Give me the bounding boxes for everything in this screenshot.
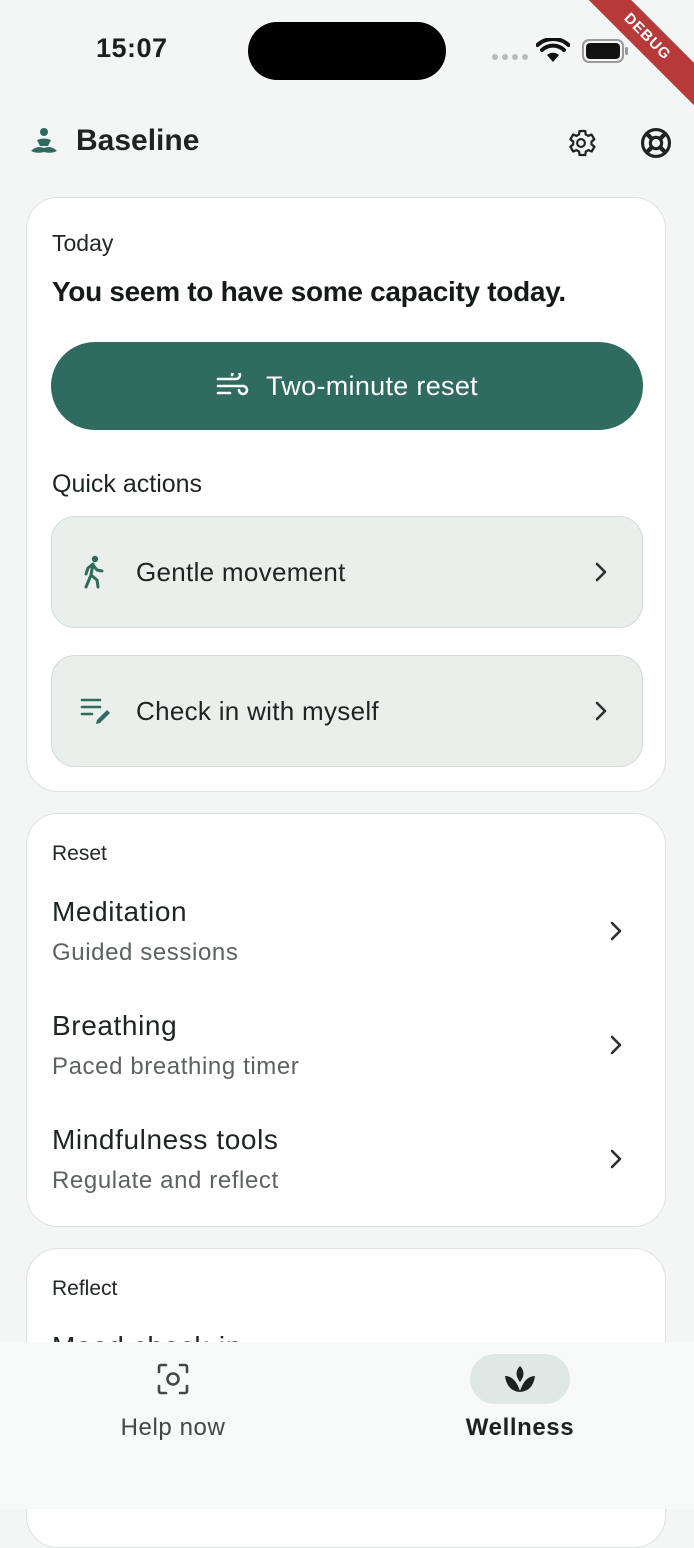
check-in-with-myself-button[interactable]: Check in with myself: [51, 655, 643, 767]
check-in-label: Check in with myself: [136, 696, 379, 726]
mindfulness-tools-row[interactable]: Mindfulness tools Regulate and reflect: [27, 1124, 667, 1224]
row-title: Breathing: [52, 1010, 178, 1041]
nav-label: Help now: [120, 1414, 226, 1441]
cellular-signal-icon: [492, 54, 528, 60]
nav-pill-selected: [470, 1354, 570, 1404]
wind-icon: [216, 373, 249, 396]
today-card: Today You seem to have some capacity tod…: [26, 197, 666, 792]
settings-button[interactable]: [561, 123, 601, 163]
row-subtitle: Guided sessions: [52, 939, 239, 966]
focus-camera-icon: [157, 1363, 189, 1395]
status-time: 15:07: [96, 33, 168, 63]
app-title: Baseline: [76, 124, 200, 157]
reset-section-label: Reset: [52, 842, 107, 865]
meditation-row[interactable]: Meditation Guided sessions: [27, 896, 667, 996]
quick-actions-title: Quick actions: [52, 470, 203, 498]
row-title: Mindfulness tools: [52, 1124, 279, 1155]
wifi-icon: [536, 38, 570, 62]
spa-leaf-icon: [505, 1366, 535, 1392]
nav-label: Wellness: [465, 1414, 575, 1441]
row-subtitle: Regulate and reflect: [52, 1167, 279, 1194]
battery-icon: [582, 39, 628, 63]
app-header: Baseline: [0, 112, 694, 172]
breathing-row[interactable]: Breathing Paced breathing timer: [27, 1010, 667, 1110]
today-label: Today: [52, 230, 114, 256]
reset-card: Reset Meditation Guided sessions Breathi…: [26, 813, 666, 1227]
edit-note-icon: [80, 698, 110, 724]
nav-pill: [123, 1354, 223, 1404]
today-message: You seem to have some capacity today.: [52, 276, 566, 307]
chevron-right-icon: [610, 921, 622, 941]
gentle-movement-button[interactable]: Gentle movement: [51, 516, 643, 628]
walking-person-icon: [84, 555, 104, 589]
two-minute-reset-label: Two-minute reset: [266, 370, 478, 401]
chevron-right-icon: [610, 1035, 622, 1055]
row-title: Meditation: [52, 896, 188, 927]
nav-wellness[interactable]: Wellness: [430, 1354, 610, 1464]
meditation-person-icon: [31, 128, 57, 153]
row-subtitle: Paced breathing timer: [52, 1053, 300, 1080]
dynamic-island: [248, 22, 446, 80]
bottom-navigation: Help now Wellness: [0, 1342, 694, 1509]
chevron-right-icon: [610, 1149, 622, 1169]
two-minute-reset-button[interactable]: Two-minute reset: [51, 342, 643, 430]
nav-help-now[interactable]: Help now: [83, 1354, 263, 1464]
gentle-movement-label: Gentle movement: [136, 557, 346, 587]
gear-icon: [569, 129, 596, 157]
chevron-right-icon: [595, 562, 607, 582]
chevron-right-icon: [595, 701, 607, 721]
reflect-section-label: Reflect: [52, 1277, 118, 1300]
support-button[interactable]: [636, 123, 676, 163]
lifebuoy-icon: [640, 127, 672, 159]
